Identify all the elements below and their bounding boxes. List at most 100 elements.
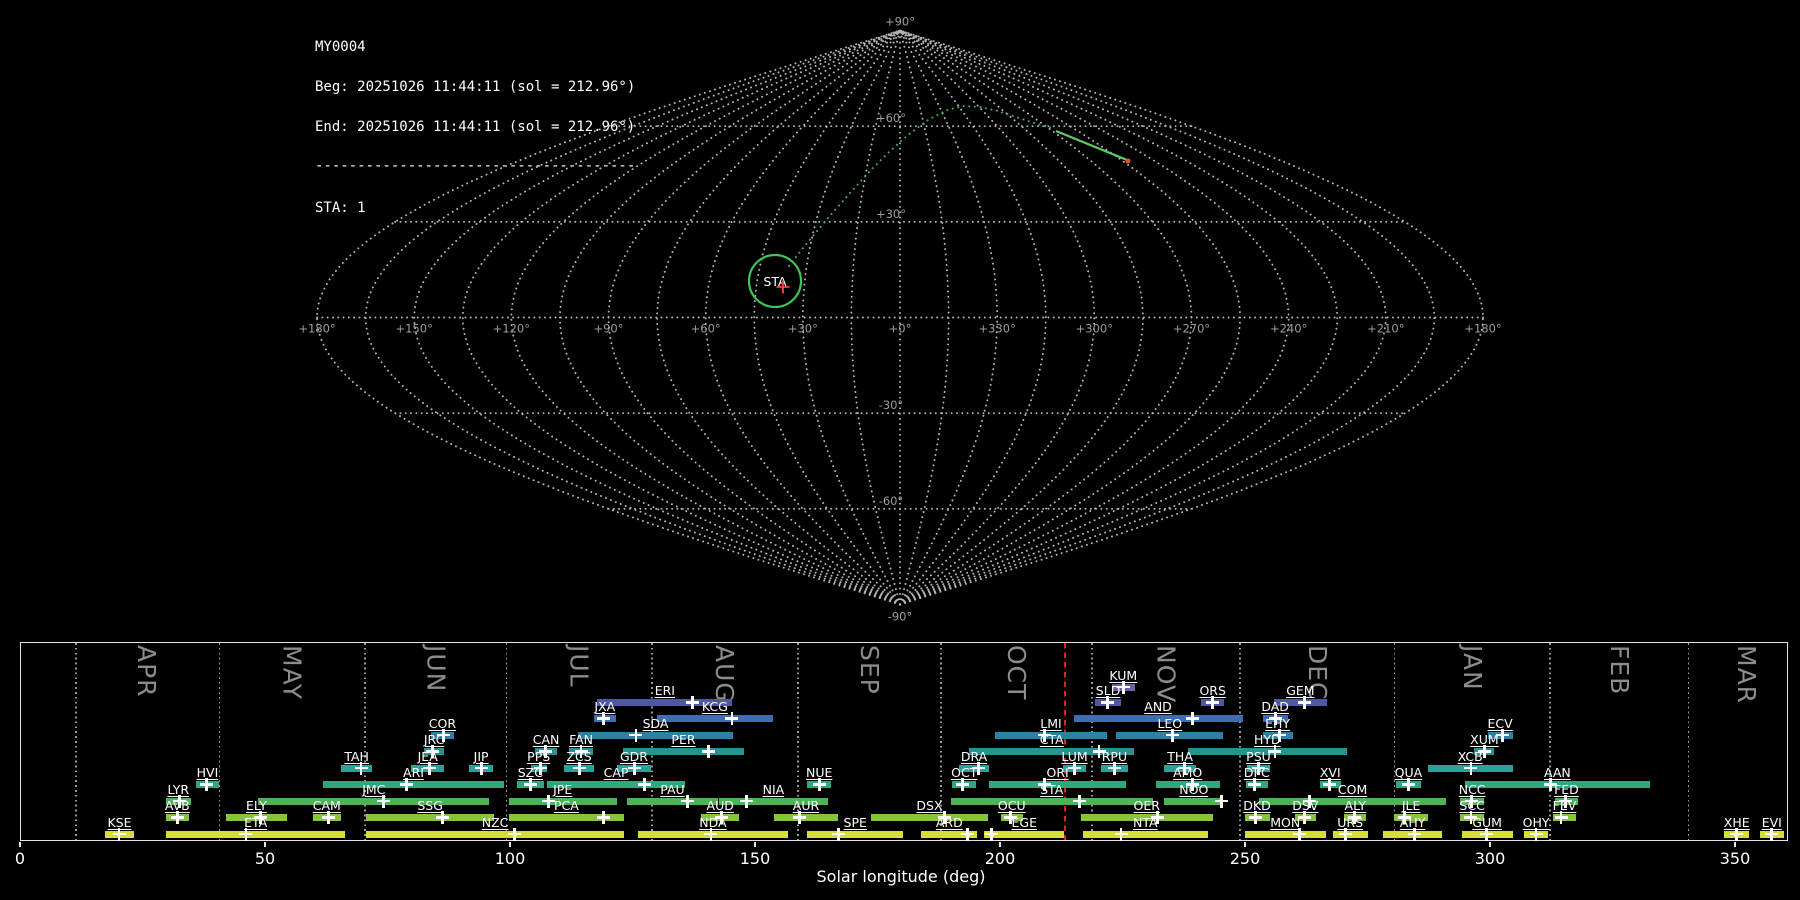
month-label: SEP: [855, 645, 884, 695]
grid-line: [900, 31, 949, 605]
shower-label: STA: [1040, 784, 1063, 796]
peak-marker: [1249, 811, 1262, 824]
x-axis-tick-label: 50: [255, 849, 275, 868]
month-boundary-line: [1239, 643, 1241, 840]
shower-label: CAP: [604, 767, 629, 779]
peak-marker: [597, 811, 610, 824]
peak-marker: [1555, 811, 1568, 824]
month-label: JUL: [565, 645, 594, 688]
peak-marker: [377, 795, 390, 808]
peak-marker: [200, 778, 213, 791]
x-axis-tick-label: 250: [1230, 849, 1261, 868]
peak-marker: [704, 828, 717, 841]
lon-label: +210°: [1367, 322, 1404, 336]
lon-label: +180°: [298, 322, 335, 336]
shower-label: ARD: [936, 817, 963, 829]
month-boundary-line: [1394, 643, 1396, 840]
peak-marker: [239, 828, 252, 841]
peak-marker: [1293, 828, 1306, 841]
shower-label: PCA: [554, 800, 579, 812]
peak-marker: [1108, 762, 1121, 775]
peak-marker: [961, 828, 974, 841]
peak-marker: [1298, 696, 1311, 709]
peak-marker: [1408, 828, 1421, 841]
peak-marker: [956, 778, 969, 791]
peak-marker: [436, 811, 449, 824]
peak-marker: [524, 778, 537, 791]
lon-label: +180°: [1464, 322, 1501, 336]
peak-marker: [573, 762, 586, 775]
x-axis-tick: [264, 842, 266, 847]
lat-label: -60°: [879, 494, 904, 508]
x-axis-tick: [19, 842, 21, 847]
peak-marker: [638, 778, 651, 791]
shower-bar: [1083, 831, 1208, 838]
x-axis-tick: [999, 842, 1001, 847]
peak-marker: [1206, 696, 1219, 709]
peak-marker: [1166, 729, 1179, 742]
month-label: MAY: [277, 645, 306, 700]
peak-marker: [1248, 778, 1261, 791]
peak-marker: [1530, 828, 1543, 841]
shower-label: SPE: [844, 817, 867, 829]
peak-marker: [832, 828, 845, 841]
x-axis-title: Solar longitude (deg): [817, 867, 986, 886]
x-axis-tick: [1489, 842, 1491, 847]
shower-label: NOO: [1179, 784, 1208, 796]
figure-canvas: MY0004 Beg: 20251026 11:44:11 (sol = 212…: [0, 0, 1800, 900]
month-boundary-line: [364, 643, 366, 840]
peak-marker: [1215, 795, 1228, 808]
peak-marker: [171, 811, 184, 824]
month-label: FEB: [1605, 645, 1634, 695]
month-boundary-line: [651, 643, 653, 840]
month-boundary-line: [1688, 643, 1690, 840]
month-label: JUN: [422, 645, 451, 692]
lon-label: +300°: [1076, 322, 1113, 336]
lon-label: +30°: [788, 322, 818, 336]
shower-label: EGE: [1012, 817, 1037, 829]
activity-gantt-plot: APRMAYJUNJULAUGSEPOCTNOVDECJANFEBMARKUME…: [20, 642, 1788, 841]
peak-marker: [1402, 778, 1415, 791]
peak-marker: [793, 811, 806, 824]
lat-label: +60°: [876, 111, 906, 125]
peak-marker: [629, 729, 642, 742]
peak-marker: [1073, 795, 1086, 808]
x-axis-tick-label: 100: [495, 849, 526, 868]
shower-bar: [871, 814, 988, 821]
peak-marker: [113, 828, 126, 841]
lon-label: +120°: [493, 322, 530, 336]
shower-bar: [774, 814, 838, 821]
shower-bar: [1245, 831, 1326, 838]
current-sol-cursor: [1064, 643, 1066, 840]
peak-marker: [542, 795, 555, 808]
x-axis-tick: [509, 842, 511, 847]
peak-marker: [1115, 828, 1128, 841]
x-axis-tick-label: 300: [1475, 849, 1506, 868]
shower-label: ERI: [655, 685, 675, 697]
shower-bar: [323, 781, 504, 788]
x-axis-tick: [1734, 842, 1736, 847]
peak-marker: [597, 712, 610, 725]
peak-marker: [725, 712, 738, 725]
peak-marker: [475, 762, 488, 775]
lat-label: +90°: [885, 15, 915, 29]
peak-marker: [508, 828, 521, 841]
lon-label: +150°: [395, 322, 432, 336]
lon-label: +60°: [691, 322, 721, 336]
shower-label: NIA: [763, 784, 785, 796]
peak-marker: [628, 762, 641, 775]
shower-bar: [366, 814, 494, 821]
shower-bar: [258, 798, 489, 805]
shower-bar: [657, 715, 773, 722]
shower-label: PER: [671, 734, 695, 746]
shower-bar: [807, 831, 903, 838]
month-label: JAN: [1458, 645, 1487, 691]
x-axis-tick-label: 0: [15, 849, 25, 868]
x-axis-tick-label: 200: [985, 849, 1016, 868]
peak-marker: [681, 795, 694, 808]
month-label: APR: [132, 645, 161, 698]
lon-label: +270°: [1173, 322, 1210, 336]
month-boundary-line: [506, 643, 508, 840]
peak-marker: [355, 762, 368, 775]
shower-bar: [951, 798, 1153, 805]
